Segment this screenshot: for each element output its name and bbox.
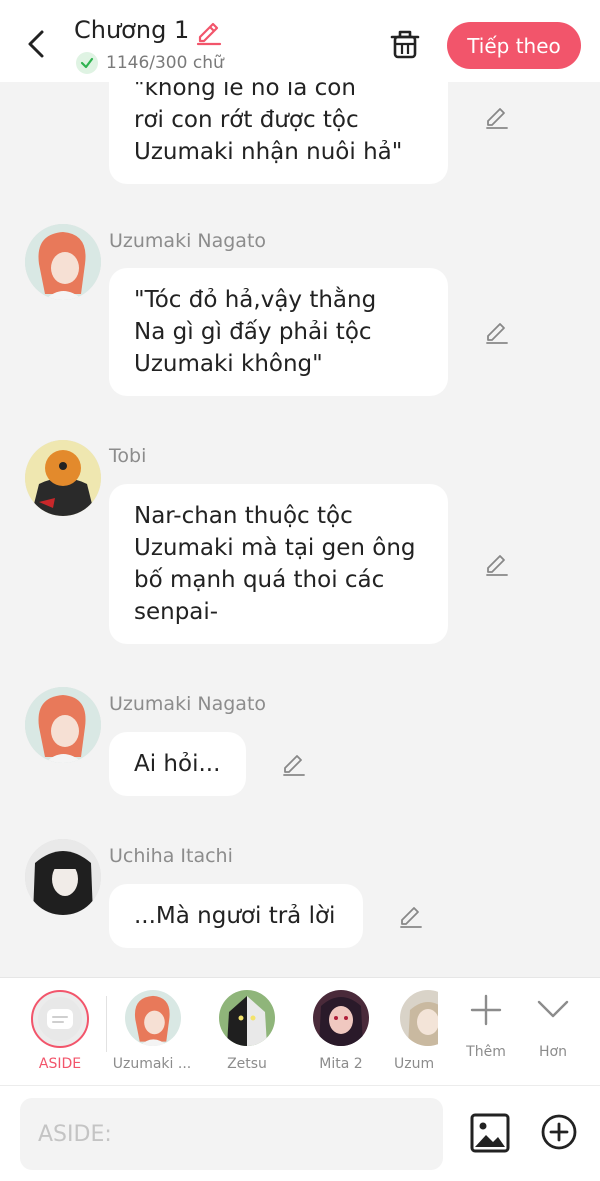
add-character-label[interactable]: Thêm xyxy=(458,1044,514,1060)
more-label[interactable]: Hơn xyxy=(527,1044,579,1060)
message-line: ...Mà ngươi trả lời xyxy=(134,903,336,929)
character-label: Uzum xyxy=(394,1056,434,1072)
edit-icon[interactable] xyxy=(484,552,510,578)
word-count: 1146/300 chữ xyxy=(106,53,224,73)
character-label: Zetsu xyxy=(227,1056,267,1072)
character-avatar xyxy=(400,990,438,1046)
chevron-down-icon[interactable] xyxy=(537,998,569,1020)
trash-icon[interactable] xyxy=(388,27,422,61)
character-label: ASIDE xyxy=(38,1056,82,1072)
edit-icon[interactable] xyxy=(484,105,510,131)
avatar-uchiha-itachi[interactable] xyxy=(25,839,101,915)
message-line: Ai hỏi... xyxy=(134,751,221,777)
avatar-uzumaki-nagato[interactable] xyxy=(25,687,101,763)
plus-circle-icon[interactable] xyxy=(540,1113,578,1151)
character-avatar xyxy=(125,990,181,1046)
character-zetsu[interactable] xyxy=(217,990,277,1046)
sender-name: Uzumaki Nagato xyxy=(109,693,267,715)
character-avatar xyxy=(219,990,275,1046)
message-line: Uzumaki không" xyxy=(134,351,323,377)
message-line: Uzumaki mà tại gen ông xyxy=(134,535,416,561)
avatar-uzumaki-nagato[interactable] xyxy=(25,224,101,300)
character-uzumaki[interactable] xyxy=(123,990,183,1046)
message-line: bố mạnh quá thoi các xyxy=(134,567,385,593)
check-icon xyxy=(76,52,98,74)
message-line: "Tóc đỏ hả,vậy thằng xyxy=(134,287,377,313)
message-line: Uzumaki nhận nuôi hả" xyxy=(134,139,403,165)
message-bubble[interactable]: Nar-chan thuộc tộc Uzumaki mà tại gen ôn… xyxy=(109,484,448,644)
aside-input[interactable] xyxy=(20,1098,443,1170)
edit-icon[interactable] xyxy=(281,752,307,778)
add-character-icon[interactable] xyxy=(470,994,502,1026)
character-aside[interactable] xyxy=(30,990,90,1048)
back-arrow-icon[interactable] xyxy=(24,28,52,60)
message-line: rơi con rớt được tộc xyxy=(134,107,359,133)
character-label: Uzumaki ... xyxy=(112,1056,192,1072)
message-line: Na gì gì đấy phải tộc xyxy=(134,319,372,345)
message-line: "không lẽ nó là con xyxy=(134,82,356,101)
message-line: senpai- xyxy=(134,599,219,625)
character-selector: ASIDE Uzumaki ... Zetsu Mita 2 Uzum Thêm… xyxy=(0,977,600,1085)
character-uzum[interactable] xyxy=(400,990,438,1046)
sender-name: Uzumaki Nagato xyxy=(109,230,267,252)
sender-name: Tobi xyxy=(109,445,147,467)
message-line: Nar-chan thuộc tộc xyxy=(134,503,353,529)
message-bubble[interactable]: Ai hỏi... xyxy=(109,732,246,796)
character-label: Mita 2 xyxy=(319,1056,363,1072)
character-avatar xyxy=(313,990,369,1046)
message-bubble[interactable]: "không lẽ nó là con rơi con rớt được tộc… xyxy=(109,82,448,184)
avatar-tobi[interactable] xyxy=(25,440,101,516)
character-mita-2[interactable] xyxy=(311,990,371,1046)
word-count-row: 1146/300 chữ xyxy=(76,52,224,74)
image-icon[interactable] xyxy=(470,1113,510,1153)
top-bar: Chương 1 1146/300 chữ Tiếp theo xyxy=(0,0,600,82)
message-list[interactable]: "không lẽ nó là con rơi con rớt được tộc… xyxy=(0,82,600,977)
edit-icon[interactable] xyxy=(398,904,424,930)
pencil-icon[interactable] xyxy=(195,19,223,47)
message-bubble[interactable]: "Tóc đỏ hả,vậy thằng Na gì gì đấy phải t… xyxy=(109,268,448,396)
edit-icon[interactable] xyxy=(484,320,510,346)
message-bubble[interactable]: ...Mà ngươi trả lời xyxy=(109,884,363,948)
chapter-title: Chương 1 xyxy=(74,16,190,44)
aside-icon xyxy=(31,990,89,1048)
next-button[interactable]: Tiếp theo xyxy=(447,22,581,69)
divider xyxy=(106,996,107,1052)
sender-name: Uchiha Itachi xyxy=(109,845,233,867)
input-bar xyxy=(0,1085,600,1181)
